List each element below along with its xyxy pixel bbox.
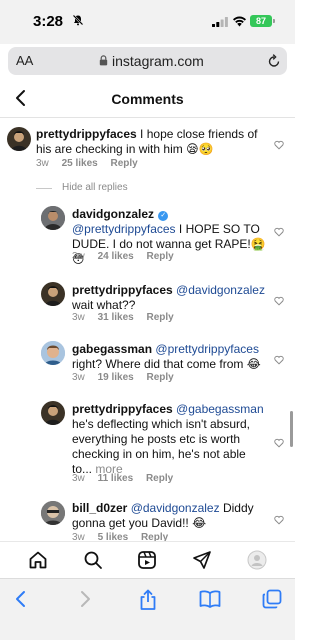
comment-age: 3w: [72, 251, 85, 262]
battery-tip: [273, 19, 275, 23]
comment-age: 3w: [72, 372, 85, 383]
status-bar: 3:28 87: [0, 0, 295, 44]
url-domain[interactable]: instagram.com: [112, 53, 204, 69]
comment-username[interactable]: prettydrippyfaces: [36, 127, 137, 141]
comment-text: bill_d0zer @davidgonzalez Diddy gonna ge…: [72, 501, 268, 531]
comment-text: gabegassman @prettydrippyfaces right? Wh…: [72, 342, 272, 372]
comment-likes[interactable]: 19 likes: [98, 372, 134, 383]
mention-link[interactable]: @prettydrippyfaces: [72, 222, 176, 236]
scrollbar[interactable]: [290, 411, 293, 447]
heart-icon[interactable]: [274, 515, 284, 525]
comment-age: 3w: [72, 312, 85, 323]
status-time: 3:28: [33, 13, 64, 30]
lock-icon: [99, 55, 108, 66]
comment-age: 3w: [36, 158, 49, 169]
chevron-right-icon[interactable]: [76, 589, 94, 609]
mention-link[interactable]: @gabegassman: [176, 402, 264, 416]
comment-meta: 3w 5 likes Reply: [72, 532, 178, 541]
heart-icon[interactable]: [274, 296, 284, 306]
profile-icon[interactable]: [247, 550, 267, 570]
browser-toolbar: [0, 578, 295, 640]
text-size-button[interactable]: AA: [16, 53, 33, 68]
reply-item: gabegassman @prettydrippyfaces right? Wh…: [41, 341, 289, 386]
avatar[interactable]: [41, 401, 65, 425]
reply-item: prettydrippyfaces @gabegassman he's defl…: [41, 401, 289, 486]
comment-username[interactable]: prettydrippyfaces: [72, 402, 173, 416]
search-icon[interactable]: [83, 550, 103, 570]
reply-item: bill_d0zer @davidgonzalez Diddy gonna ge…: [41, 501, 289, 541]
comment-age: 3w: [72, 532, 85, 541]
reply-button[interactable]: Reply: [141, 532, 168, 541]
mention-link[interactable]: @davidgonzalez: [131, 501, 220, 515]
comment-text: prettydrippyfaces @davidgonzalez wait wh…: [72, 283, 272, 313]
comment-meta: 3w 24 likes Reply: [72, 251, 184, 262]
home-icon[interactable]: [28, 550, 48, 570]
book-icon[interactable]: [199, 589, 221, 609]
reload-icon[interactable]: [267, 53, 281, 68]
avatar[interactable]: [41, 282, 65, 306]
heart-icon[interactable]: [274, 140, 284, 150]
comment-meta: 3w 11 likes Reply: [72, 473, 183, 484]
reply-button[interactable]: Reply: [147, 251, 174, 262]
reply-button[interactable]: Reply: [147, 312, 174, 323]
avatar[interactable]: [41, 206, 65, 230]
comment-meta: 3w 25 likes Reply: [36, 158, 148, 169]
reels-icon[interactable]: [137, 550, 157, 570]
divider: [36, 188, 52, 189]
comment-likes[interactable]: 31 likes: [98, 312, 134, 323]
comment-username[interactable]: davidgonzalez: [72, 207, 154, 221]
avatar[interactable]: [41, 501, 65, 525]
comment-likes[interactable]: 5 likes: [98, 532, 129, 541]
avatar[interactable]: [7, 127, 31, 151]
comment-body: right? Where did that come from 😂: [72, 357, 261, 371]
share-icon[interactable]: [138, 589, 158, 611]
comment-item: prettydrippyfaces I hope close friends o…: [7, 127, 289, 177]
mention-link[interactable]: @prettydrippyfaces: [155, 342, 259, 356]
comment-username[interactable]: bill_d0zer: [72, 501, 127, 515]
page-title: Comments: [111, 91, 184, 107]
mention-link[interactable]: @davidgonzalez: [176, 283, 265, 297]
heart-icon[interactable]: [274, 227, 284, 237]
avatar[interactable]: [41, 341, 65, 365]
comment-age: 3w: [72, 473, 85, 484]
comment-likes[interactable]: 11 likes: [98, 473, 134, 484]
comment-meta: 3w 19 likes Reply: [72, 372, 184, 383]
comments-header: Comments: [0, 80, 295, 118]
heart-icon[interactable]: [274, 355, 284, 365]
comment-likes[interactable]: 24 likes: [98, 251, 134, 262]
comment-text: prettydrippyfaces @gabegassman he's defl…: [72, 402, 268, 477]
send-icon[interactable]: [192, 550, 212, 570]
bottom-nav: [0, 541, 295, 577]
tabs-icon[interactable]: [262, 589, 282, 609]
wifi-icon: [233, 16, 246, 27]
battery-icon: 87: [250, 15, 272, 27]
hide-replies-button[interactable]: Hide all replies: [62, 182, 128, 193]
verified-badge-icon: ✓: [158, 211, 169, 221]
comment-body: wait what??: [72, 298, 136, 312]
bell-off-icon: [72, 14, 84, 26]
comment-username[interactable]: gabegassman: [72, 342, 152, 356]
comment-text: prettydrippyfaces I hope close friends o…: [36, 127, 276, 157]
heart-icon[interactable]: [274, 438, 284, 448]
reply-button[interactable]: Reply: [147, 372, 174, 383]
chevron-left-icon[interactable]: [12, 589, 30, 609]
address-bar[interactable]: AA instagram.com: [8, 47, 287, 75]
reply-item: davidgonzalez ✓ @prettydrippyfaces I HOP…: [41, 206, 289, 266]
comment-likes[interactable]: 25 likes: [62, 158, 98, 169]
reply-button[interactable]: Reply: [111, 158, 138, 169]
reply-item: prettydrippyfaces @davidgonzalez wait wh…: [41, 282, 289, 327]
comment-meta: 3w 31 likes Reply: [72, 312, 184, 323]
comment-username[interactable]: prettydrippyfaces: [72, 283, 173, 297]
signal-icon: [212, 17, 228, 27]
reply-button[interactable]: Reply: [146, 473, 173, 484]
